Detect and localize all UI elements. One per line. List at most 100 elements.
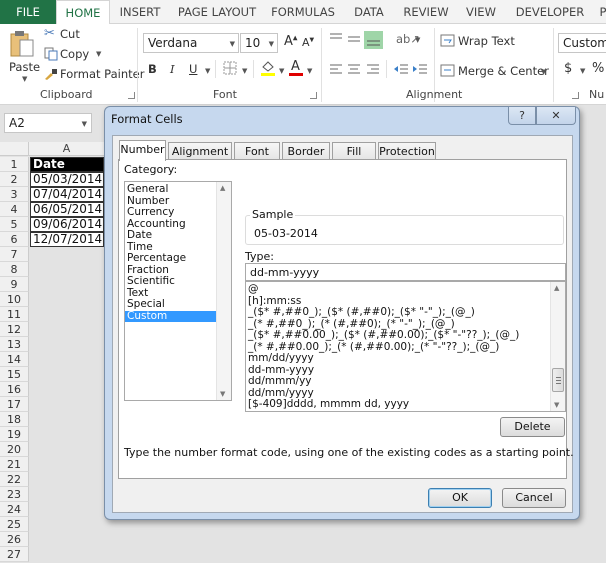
italic-button[interactable]: I xyxy=(170,62,175,76)
alignment-launcher-icon[interactable] xyxy=(572,92,579,99)
currency-button[interactable]: $ xyxy=(564,61,572,76)
row-header[interactable]: 24 xyxy=(0,502,29,517)
align-top-icon[interactable] xyxy=(329,32,343,44)
paste-button[interactable]: Paste ▼ xyxy=(6,28,40,84)
row-header[interactable]: 11 xyxy=(0,307,29,322)
row-header[interactable]: 22 xyxy=(0,472,29,487)
cell[interactable]: 12/07/2014 xyxy=(30,232,104,247)
tab-data[interactable]: DATA xyxy=(346,0,392,24)
scroll-up-icon[interactable]: ▲ xyxy=(554,284,559,292)
cell[interactable]: 07/04/2014 xyxy=(30,187,104,202)
category-item[interactable]: Date xyxy=(125,229,216,242)
decrease-indent-icon[interactable] xyxy=(393,63,409,75)
column-header-a[interactable]: A xyxy=(29,142,104,156)
type-item[interactable]: dd/mm/yyyy xyxy=(246,388,549,400)
wrap-text-button[interactable]: Wrap Text xyxy=(440,32,520,50)
type-item[interactable]: _(* #,##0.00_);_(* (#,##0.00);_(* "-"??_… xyxy=(246,342,549,354)
copy-button[interactable]: Copy ▼ xyxy=(44,46,114,62)
cut-button[interactable]: ✂ Cut xyxy=(44,26,84,42)
type-item[interactable]: _(* #,##0_);_(* (#,##0);_(* "-"_);_(@_) xyxy=(246,319,549,331)
tab-fill[interactable]: Fill xyxy=(332,142,376,160)
scroll-down-icon[interactable]: ▼ xyxy=(220,390,225,398)
type-scrollbar[interactable]: ▲ ▼ xyxy=(550,282,565,411)
cell-header[interactable]: Date xyxy=(30,157,104,172)
type-item[interactable]: dd-mm-yyyy xyxy=(246,365,549,377)
row-header[interactable]: 18 xyxy=(0,412,29,427)
merge-center-button[interactable]: Merge & Center ▼ xyxy=(440,62,552,80)
tab-formulas[interactable]: FORMULAS xyxy=(266,0,340,24)
row-header[interactable]: 26 xyxy=(0,532,29,547)
font-size-dropdown[interactable]: 10 ▼ xyxy=(240,33,278,53)
row-header[interactable]: 23 xyxy=(0,487,29,502)
tab-home[interactable]: HOME xyxy=(56,0,110,25)
tab-font[interactable]: Font xyxy=(234,142,280,160)
category-item[interactable]: Special xyxy=(125,298,216,311)
select-all-corner[interactable] xyxy=(0,142,29,156)
scroll-down-icon[interactable]: ▼ xyxy=(554,401,559,409)
row-header[interactable]: 3 xyxy=(0,187,29,202)
align-right-icon[interactable] xyxy=(366,63,380,75)
row-header[interactable]: 15 xyxy=(0,367,29,382)
borders-dropdown-icon[interactable]: ▼ xyxy=(242,67,247,75)
row-header[interactable]: 1 xyxy=(0,157,29,172)
row-header[interactable]: 27 xyxy=(0,547,29,562)
row-header[interactable]: 8 xyxy=(0,262,29,277)
align-bottom-button[interactable] xyxy=(364,31,383,49)
row-header[interactable]: 4 xyxy=(0,202,29,217)
tab-border[interactable]: Border xyxy=(282,142,330,160)
category-list[interactable]: General Number Currency Accounting Date Time P… xyxy=(124,181,232,401)
tab-view[interactable]: VIEW xyxy=(460,0,502,24)
type-item[interactable]: [$-409]dddd, mmmm dd, yyyy xyxy=(246,399,549,411)
type-item[interactable]: [h]:mm:ss xyxy=(246,296,549,308)
help-button[interactable]: ? xyxy=(508,107,536,125)
borders-icon[interactable] xyxy=(223,61,237,75)
row-header[interactable]: 16 xyxy=(0,382,29,397)
clipboard-launcher-icon[interactable] xyxy=(128,92,135,99)
tab-file[interactable]: FILE xyxy=(0,0,56,24)
row-header[interactable]: 19 xyxy=(0,427,29,442)
delete-button[interactable]: Delete xyxy=(500,417,565,437)
orientation-dropdown-icon[interactable]: ▼ xyxy=(415,36,420,44)
decrease-font-size-icon[interactable]: A▼ xyxy=(302,36,314,49)
category-item[interactable]: Custom xyxy=(125,310,216,322)
font-launcher-icon[interactable] xyxy=(310,92,317,99)
row-header[interactable]: 5 xyxy=(0,217,29,232)
type-item[interactable]: @ xyxy=(246,284,549,296)
number-format-dropdown[interactable]: Custom xyxy=(558,33,606,53)
bold-button[interactable]: B xyxy=(148,62,157,76)
type-list[interactable]: @ [h]:mm:ss _($* #,##0_);_($* (#,##0);_($*… xyxy=(245,281,566,412)
type-item[interactable]: _($* #,##0_);_($* (#,##0);_($* "-"_);_(@… xyxy=(246,307,549,319)
row-header[interactable]: 13 xyxy=(0,337,29,352)
tab-partial[interactable]: P xyxy=(596,0,606,24)
format-painter-button[interactable]: Format Painter xyxy=(44,66,144,82)
category-scrollbar[interactable]: ▲ ▼ xyxy=(216,182,231,400)
row-header[interactable]: 9 xyxy=(0,277,29,292)
percent-button[interactable]: % xyxy=(592,61,604,76)
scroll-up-icon[interactable]: ▲ xyxy=(220,184,225,192)
align-left-icon[interactable] xyxy=(329,63,343,75)
fill-color-dropdown-icon[interactable]: ▼ xyxy=(279,67,284,75)
row-header[interactable]: 14 xyxy=(0,352,29,367)
row-header[interactable]: 2 xyxy=(0,172,29,187)
align-center-icon[interactable] xyxy=(347,63,361,75)
row-header[interactable]: 21 xyxy=(0,457,29,472)
category-item[interactable]: Percentage xyxy=(125,252,216,265)
scroll-thumb[interactable] xyxy=(552,368,564,392)
row-header[interactable]: 25 xyxy=(0,517,29,532)
row-header[interactable]: 7 xyxy=(0,247,29,262)
type-item[interactable]: dd/mmm/yy xyxy=(246,376,549,388)
cell[interactable]: 05/03/2014 xyxy=(30,172,104,187)
ok-button[interactable]: OK xyxy=(428,488,492,508)
type-item[interactable]: _($* #,##0.00_);_($* (#,##0.00);_($* "-"… xyxy=(246,330,549,342)
cell[interactable]: 09/06/2014 xyxy=(30,217,104,232)
font-color-button[interactable]: A xyxy=(289,58,303,78)
category-item[interactable]: General xyxy=(125,183,216,196)
tab-alignment[interactable]: Alignment xyxy=(168,142,232,160)
tab-protection[interactable]: Protection xyxy=(378,142,436,160)
category-item[interactable]: Scientific xyxy=(125,275,216,288)
font-color-dropdown-icon[interactable]: ▼ xyxy=(307,67,312,75)
category-item[interactable]: Currency xyxy=(125,206,216,219)
fill-color-icon[interactable] xyxy=(260,59,276,77)
currency-dropdown-icon[interactable]: ▼ xyxy=(580,67,585,75)
row-header[interactable]: 6 xyxy=(0,232,29,247)
